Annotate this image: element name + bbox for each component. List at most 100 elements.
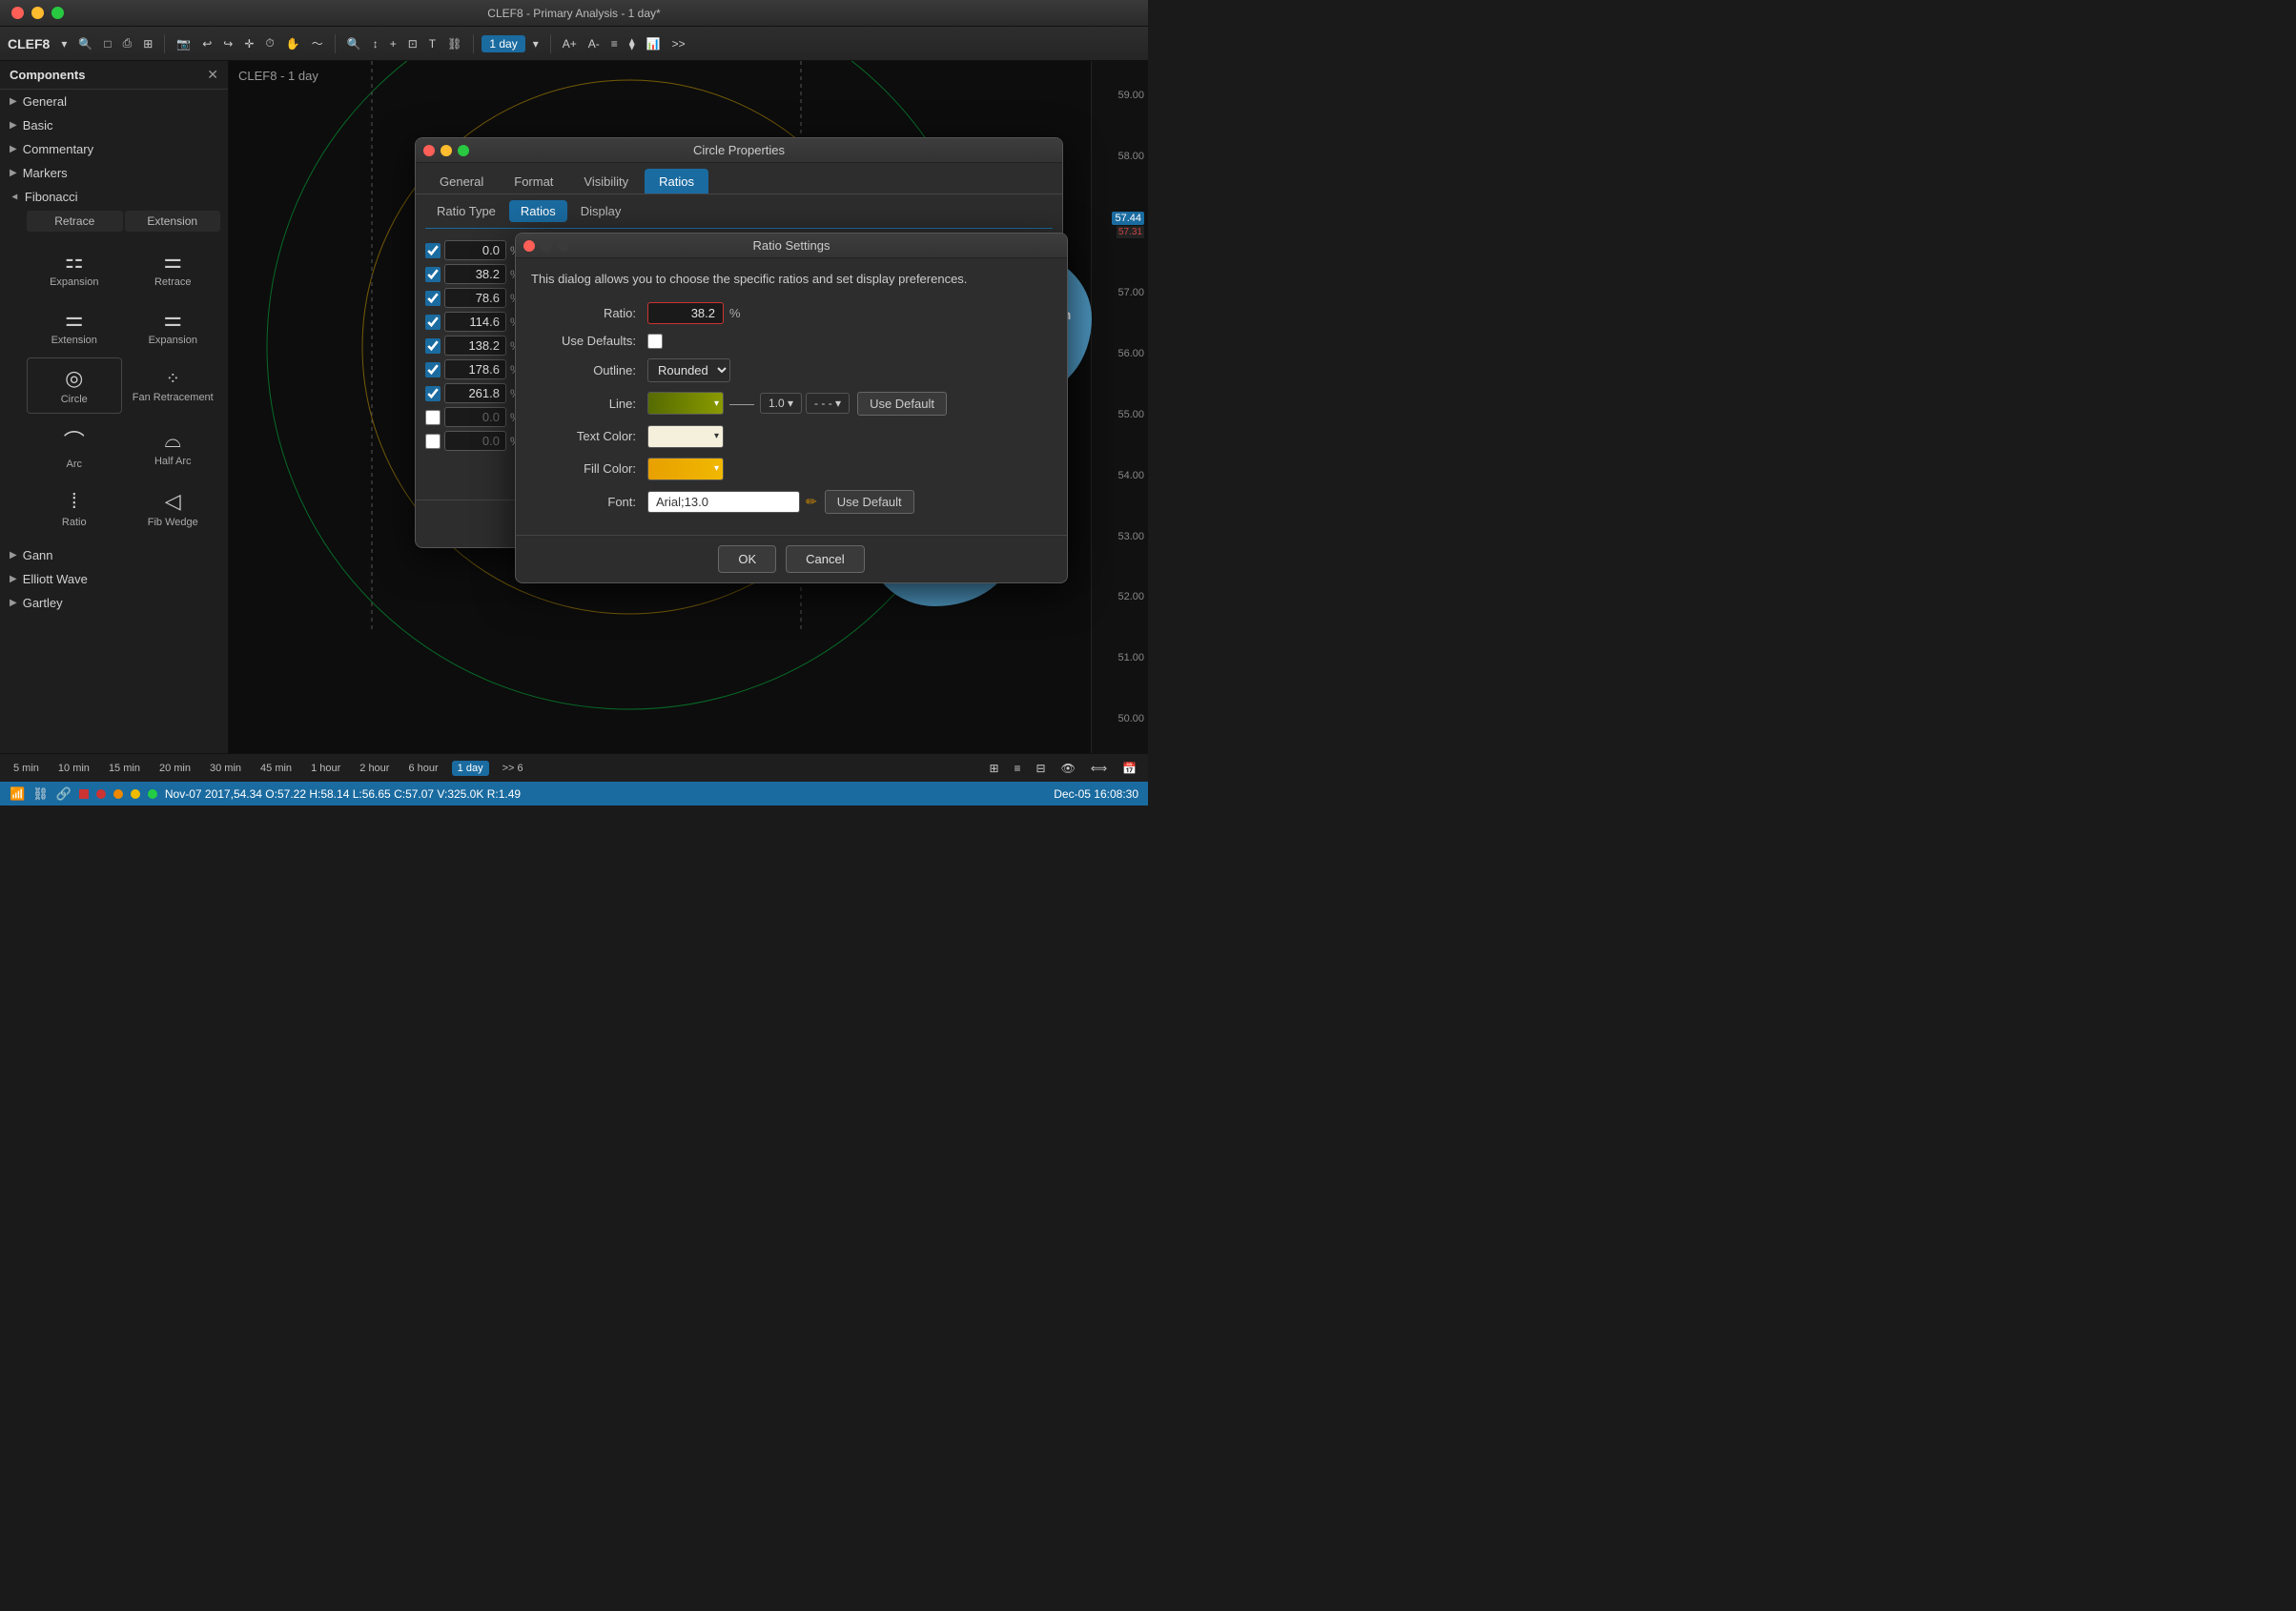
- ratio-check-9[interactable]: [425, 434, 441, 449]
- ratio-tool[interactable]: ⁞ Ratio: [27, 481, 122, 536]
- close-button[interactable]: [11, 7, 24, 19]
- wave-icon[interactable]: 〜: [308, 33, 327, 53]
- ratio-check-1[interactable]: [425, 243, 441, 258]
- dialog-minimize-button[interactable]: [441, 145, 452, 156]
- ratio-input-9[interactable]: [444, 431, 506, 451]
- ratio-check-7[interactable]: [425, 386, 441, 401]
- tab-ratios[interactable]: Ratios: [645, 169, 708, 194]
- line-use-default-button[interactable]: Use Default: [857, 392, 947, 416]
- timeframe-5min[interactable]: 5 min: [8, 761, 45, 776]
- sidebar-item-elliott[interactable]: ▶ Elliott Wave: [0, 567, 228, 591]
- print-icon[interactable]: ⎙: [119, 34, 136, 52]
- link-icon[interactable]: ⛓: [443, 35, 465, 52]
- sidebar-item-gann[interactable]: ▶ Gann: [0, 543, 228, 567]
- subtab-ratio-type[interactable]: Ratio Type: [425, 200, 507, 222]
- timeframe-more[interactable]: >> 6: [497, 761, 529, 776]
- sidebar-item-gartley[interactable]: ▶ Gartley: [0, 591, 228, 615]
- ratio-dialog-close-button[interactable]: [523, 240, 535, 252]
- retrace-btn[interactable]: Retrace: [27, 211, 123, 232]
- chart-expand-icon[interactable]: ⟺: [1087, 760, 1111, 777]
- sidebar-close-button[interactable]: ✕: [207, 67, 218, 83]
- arc-tool[interactable]: ⌒ Arc: [27, 418, 122, 478]
- line-color-button[interactable]: ▾: [647, 392, 724, 415]
- sidebar-item-commentary[interactable]: ▶ Commentary: [0, 137, 228, 161]
- extension-tool[interactable]: ⚌ Extension: [27, 299, 122, 354]
- font-size-up[interactable]: A+: [559, 35, 581, 52]
- more-icon[interactable]: >>: [668, 35, 689, 52]
- ratio-check-6[interactable]: [425, 362, 441, 377]
- fan-retracement-tool[interactable]: ⁘ Fan Retracement: [126, 357, 221, 414]
- layout-select[interactable]: ≡: [607, 35, 622, 52]
- new-window-icon[interactable]: □: [100, 35, 114, 52]
- text-icon[interactable]: T: [425, 35, 440, 52]
- maximize-button[interactable]: [51, 7, 64, 19]
- pointer-icon[interactable]: ↕: [369, 35, 382, 52]
- minimize-button[interactable]: [31, 7, 44, 19]
- line-thickness-button[interactable]: 1.0 ▾: [760, 393, 802, 414]
- tab-general[interactable]: General: [425, 169, 498, 194]
- sidebar-item-basic[interactable]: ▶ Basic: [0, 113, 228, 137]
- bar-chart[interactable]: 📊: [643, 35, 665, 52]
- ratio-settings-dialog[interactable]: Ratio Settings This dialog allows you to…: [515, 233, 1068, 583]
- layout-icon[interactable]: ⊞: [139, 35, 156, 52]
- timeframe-30min[interactable]: 30 min: [204, 761, 247, 776]
- monitor-icon[interactable]: ⊡: [404, 35, 421, 52]
- fib-wedge-tool[interactable]: ◁ Fib Wedge: [126, 481, 221, 536]
- ratio-input-3[interactable]: [444, 288, 506, 308]
- ratio-check-8[interactable]: [425, 410, 441, 425]
- ratio-input-6[interactable]: [444, 359, 506, 379]
- half-arc-tool[interactable]: ⌓ Half Arc: [126, 418, 221, 478]
- outline-select[interactable]: Rounded Square None: [647, 358, 730, 382]
- fill-color-button[interactable]: ▾: [647, 458, 724, 480]
- line-style-button[interactable]: - - - ▾: [806, 393, 850, 414]
- tab-visibility[interactable]: Visibility: [569, 169, 643, 194]
- ratio-input-7[interactable]: [444, 383, 506, 403]
- sidebar-item-markers[interactable]: ▶ Markers: [0, 161, 228, 185]
- ratio-input-8[interactable]: [444, 407, 506, 427]
- chart-tools-icon[interactable]: ⊞: [985, 760, 1002, 777]
- ratio-check-2[interactable]: [425, 267, 441, 282]
- ratio-dialog-max-button[interactable]: [558, 240, 569, 252]
- chart-type[interactable]: ⧫: [625, 35, 639, 52]
- plus-icon[interactable]: +: [386, 35, 400, 52]
- chart-view-icon[interactable]: 👁: [1057, 760, 1079, 777]
- ratio-input-2[interactable]: [444, 264, 506, 284]
- timeframe-10min[interactable]: 10 min: [52, 761, 95, 776]
- timeframe-button[interactable]: 1 day: [482, 35, 524, 52]
- zoom-icon[interactable]: 🔍: [343, 35, 365, 52]
- timeframe-6hour[interactable]: 6 hour: [402, 761, 443, 776]
- circle-tool[interactable]: ◎ Circle: [27, 357, 122, 414]
- ratio-check-5[interactable]: [425, 338, 441, 354]
- search-icon[interactable]: 🔍: [74, 35, 96, 52]
- ratio-value-input[interactable]: [647, 302, 724, 324]
- timeframe-1day[interactable]: 1 day: [452, 761, 489, 776]
- timeframe-15min[interactable]: 15 min: [103, 761, 146, 776]
- ratio-check-4[interactable]: [425, 315, 441, 330]
- tab-format[interactable]: Format: [500, 169, 567, 194]
- chart-settings-icon[interactable]: ≡: [1011, 760, 1025, 777]
- timeframe-dropdown[interactable]: ▾: [529, 35, 543, 52]
- font-use-default-button[interactable]: Use Default: [825, 490, 914, 514]
- ratio-check-3[interactable]: [425, 291, 441, 306]
- ratio-input-1[interactable]: [444, 240, 506, 260]
- retrace-tool[interactable]: ⚌ Retrace: [126, 241, 221, 296]
- dialog-close-button[interactable]: [423, 145, 435, 156]
- expansion-tool-1[interactable]: ⚏ Expansion: [27, 241, 122, 296]
- dialog-maximize-button[interactable]: [458, 145, 469, 156]
- subtab-display[interactable]: Display: [569, 200, 633, 222]
- ratio-dialog-min-button[interactable]: [541, 240, 552, 252]
- ratio-input-5[interactable]: [444, 336, 506, 356]
- undo-icon[interactable]: ↩: [198, 35, 215, 52]
- sidebar-item-general[interactable]: ▶ General: [0, 90, 228, 113]
- expansion-tool-2[interactable]: ⚌ Expansion: [126, 299, 221, 354]
- font-edit-icon[interactable]: ✏: [806, 494, 817, 510]
- timeframe-45min[interactable]: 45 min: [255, 761, 297, 776]
- chart-zoom-icon[interactable]: ⊟: [1033, 760, 1050, 777]
- timeframe-20min[interactable]: 20 min: [154, 761, 196, 776]
- text-color-button[interactable]: ▾: [647, 425, 724, 448]
- sidebar-item-fibonacci[interactable]: ▼ Fibonacci: [0, 185, 228, 209]
- ratio-input-4[interactable]: [444, 312, 506, 332]
- chart-calendar-icon[interactable]: 📅: [1118, 760, 1140, 777]
- clock-icon[interactable]: ⏱: [261, 34, 277, 52]
- font-size-down[interactable]: A-: [584, 35, 604, 52]
